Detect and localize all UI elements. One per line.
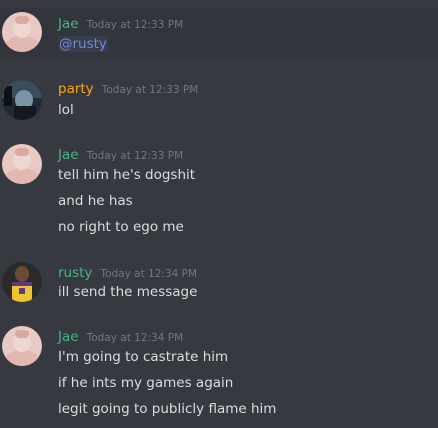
avatar[interactable] — [2, 144, 42, 184]
user-mention[interactable]: @rusty — [58, 36, 108, 52]
rusty-avatar-icon — [2, 262, 42, 302]
avatar[interactable] — [2, 262, 42, 302]
jae-avatar-icon — [2, 12, 42, 52]
message-text: and he has — [58, 193, 133, 209]
avatar[interactable] — [2, 326, 42, 366]
avatar[interactable] — [2, 80, 42, 120]
timestamp: Today at 12:34 PM — [100, 268, 198, 280]
username[interactable]: Jae — [58, 147, 79, 163]
message-header: Jae Today at 12:34 PM — [58, 326, 183, 346]
message-text: legit going to publicly flame him — [58, 401, 277, 417]
message-group: party Today at 12:33 PM lol — [0, 72, 438, 122]
username[interactable]: Jae — [58, 16, 79, 32]
timestamp: Today at 12:33 PM — [86, 150, 184, 162]
chat-messages: Jae Today at 12:33 PM @rusty party Today a… — [0, 0, 438, 428]
username[interactable]: Jae — [58, 329, 79, 345]
avatar[interactable] — [2, 12, 42, 52]
jae-avatar-icon — [2, 326, 42, 366]
message-text: tell him he's dogshit — [58, 167, 196, 183]
username[interactable]: party — [58, 81, 94, 97]
jae-avatar-icon — [2, 144, 42, 184]
timestamp: Today at 12:34 PM — [86, 332, 184, 344]
message-header: party Today at 12:33 PM — [58, 78, 198, 98]
username[interactable]: rusty — [58, 265, 92, 281]
message-text: ill send the message — [58, 284, 198, 300]
message-text: @rusty — [58, 34, 108, 54]
message-group: Jae Today at 12:34 PM I'm going to castra… — [0, 320, 438, 428]
message-text: if he ints my games again — [58, 375, 234, 391]
message-group: rusty Today at 12:34 PM ill send the mess… — [0, 256, 438, 308]
message-text: lol — [58, 102, 74, 118]
party-avatar-icon — [2, 80, 42, 120]
message-group: Jae Today at 12:33 PM tell him he's dogsh… — [0, 138, 438, 242]
message-text: I'm going to castrate him — [58, 349, 229, 365]
timestamp: Today at 12:33 PM — [101, 84, 199, 96]
message-group: Jae Today at 12:33 PM @rusty — [0, 8, 438, 58]
message-header: Jae Today at 12:33 PM — [58, 144, 183, 164]
message-text: no right to ego me — [58, 219, 184, 235]
timestamp: Today at 12:33 PM — [86, 19, 184, 31]
message-header: rusty Today at 12:34 PM — [58, 262, 197, 282]
message-header: Jae Today at 12:33 PM — [58, 13, 183, 33]
